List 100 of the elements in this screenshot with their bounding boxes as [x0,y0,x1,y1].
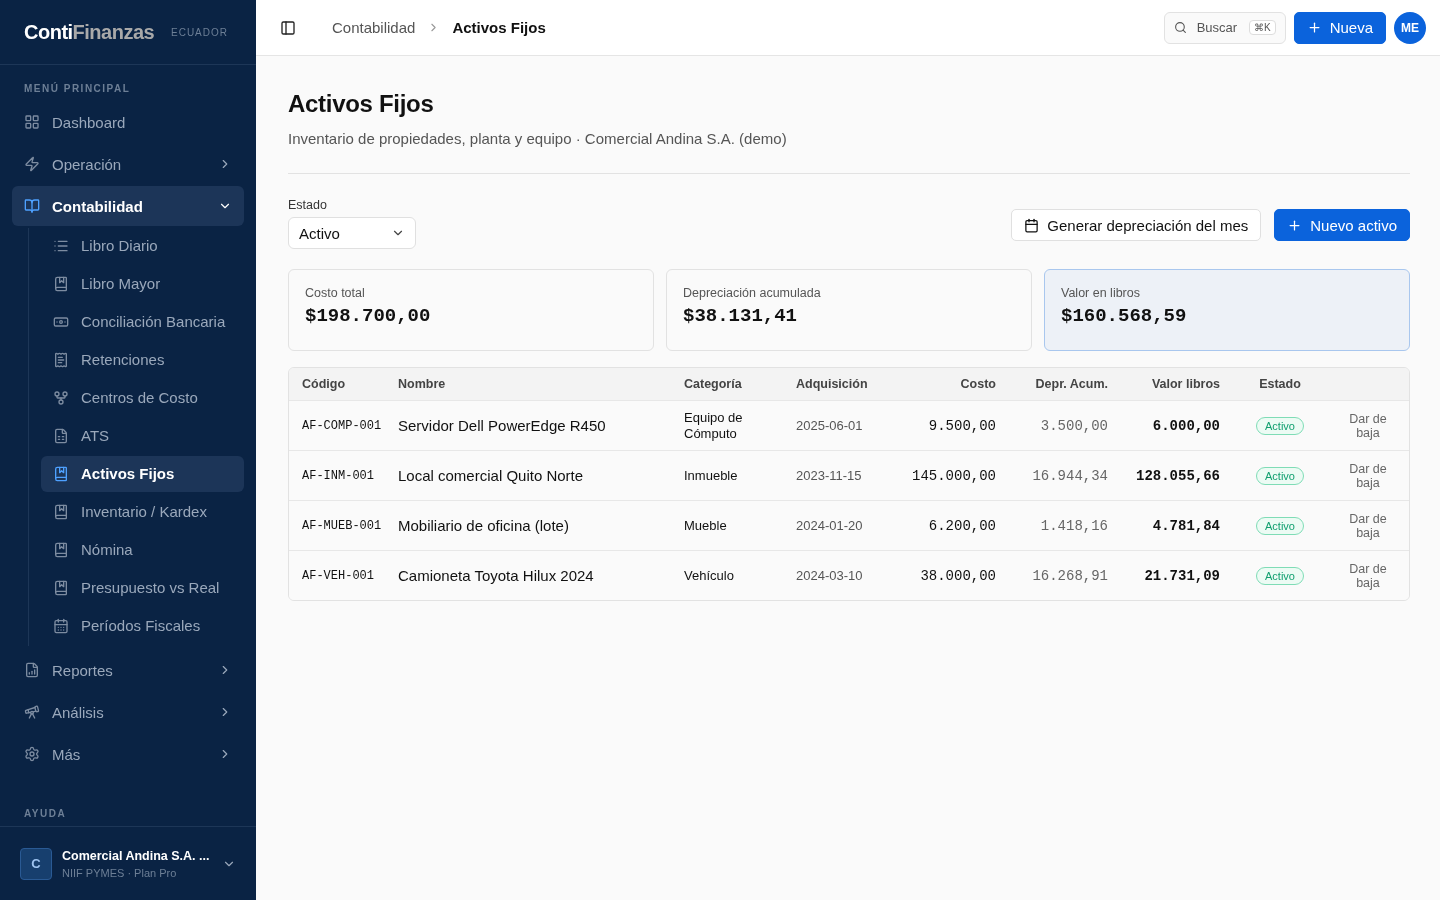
table-cell-text: Mueble [684,517,728,534]
dispose-button[interactable]: Dar de baja [1340,561,1396,590]
dispose-button[interactable]: Dar de baja [1340,511,1396,540]
sidebar-subitem[interactable]: Retenciones [41,342,244,378]
menu-icon [53,466,69,482]
new-button[interactable]: Nueva [1293,11,1386,44]
dispose-button[interactable]: Dar de baja [1340,411,1396,440]
sidebar-subitem[interactable]: Períodos Fiscales [41,608,244,644]
sidebar-subitem[interactable]: Inventario / Kardex [41,494,244,530]
stat-label: Depreciación acumulada [683,286,822,300]
table-cell-text: Servidor Dell PowerEdge R450 [398,417,607,434]
menu-icon [24,662,40,678]
search-icon [1173,20,1187,34]
company-plan: NIIF PYMES · Plan Pro [62,866,178,879]
table-cell-text: Vehículo [684,567,735,584]
user-avatar[interactable]: ME [1394,11,1426,44]
logo: ContiFinanzas [24,20,155,44]
menu-icon [24,198,40,214]
sidebar-item[interactable]: Operación [12,144,244,184]
table-cell-text: AF-MUEB-001 [302,517,383,534]
column-header: Costo [959,377,996,391]
sidebar-item[interactable]: Dashboard [12,102,244,142]
table-cell-text: 21.731,09 [1143,567,1220,584]
menu-icon [24,156,40,172]
sidebar-subitem[interactable]: Libro Diario [41,228,244,264]
section-label: MENÚ PRINCIPAL [23,83,132,94]
column-header: Categoría [684,377,743,391]
plus-icon [1306,20,1322,35]
table-cell-text: 9.500,00 [927,417,996,434]
stat-label: Valor en libros [1061,286,1141,300]
menu-icon [24,746,40,762]
breadcrumb-item: Activos Fijos [452,19,546,36]
menu-icon [53,390,69,406]
status-badge: Activo [1256,516,1304,535]
menu-icon [24,114,40,130]
page-title: Activos Fijos [288,90,435,118]
generate-depreciation-button[interactable]: Generar depreciación del mes [1011,209,1262,241]
table-cell-text: 4.781,84 [1151,517,1220,534]
sidebar-toggle-icon[interactable] [280,19,296,36]
table-cell-text: 3.500,00 [1039,417,1108,434]
table-cell-text: 1.418,16 [1039,517,1108,534]
column-header: Nombre [398,377,447,391]
stat-value: $160.568,59 [1061,305,1188,327]
column-header: Adquisición [796,377,869,391]
table-cell-text: 6.200,00 [927,517,996,534]
table-cell-text: AF-INM-001 [302,467,375,484]
sidebar-subitem[interactable]: Centros de Costo [41,380,244,416]
menu-icon [53,238,69,254]
table-cell-text: 128.055,66 [1135,467,1220,484]
column-header: Código [302,377,347,391]
company-avatar: C [20,847,52,880]
breadcrumb-item[interactable]: Contabilidad [332,19,416,36]
page-subtitle: Inventario de propiedades, planta y equipo · Comercial Andina S.A. (demo) [288,130,1410,174]
table-cell-text: 2025-06-01 [796,417,864,434]
stat-value: $38.131,41 [683,305,799,327]
sidebar-item[interactable]: Reportes [12,650,244,690]
calendar-icon [1024,217,1040,233]
table-cell-text: 2024-03-10 [796,567,864,584]
dispose-button[interactable]: Dar de baja [1340,461,1396,490]
status-badge: Activo [1256,466,1304,485]
stat-label: Costo total [305,286,366,300]
table-cell-text: 2024-01-20 [796,517,864,534]
table-cell-text: AF-VEH-001 [302,567,375,584]
table-cell-text: Camioneta Toyota Hilux 2024 [398,567,595,584]
status-badge: Activo [1256,566,1304,585]
column-header: Estado [1258,377,1302,391]
plus-icon [1287,217,1303,233]
stat-value: $198.700,00 [305,305,432,327]
sidebar-item[interactable]: Más [12,734,244,774]
sidebar-subitem[interactable]: Activos Fijos [41,456,244,492]
sidebar-item[interactable]: Contabilidad [12,186,244,226]
menu-icon [53,618,69,634]
table-cell-text: 6.000,00 [1151,417,1220,434]
company-name: Comercial Andina S.A. ... [62,848,211,863]
menu-icon [53,352,69,368]
table-cell-text: AF-COMP-001 [302,417,383,434]
table-cell-text: 145.000,00 [911,467,996,484]
menu-icon [53,504,69,520]
sidebar-item[interactable]: Análisis [12,692,244,732]
column-header: Valor libros [1150,377,1220,391]
menu-icon [24,704,40,720]
table-cell-text: Local comercial Quito Norte [398,467,585,484]
status-badge: Activo [1256,416,1304,435]
menu-icon [53,276,69,292]
sidebar-subitem[interactable]: Presupuesto vs Real [41,570,244,606]
sidebar-subitem[interactable]: Nómina [41,532,244,568]
sidebar-subitem[interactable]: Libro Mayor [41,266,244,302]
table-cell-text: 16.944,34 [1031,467,1108,484]
table-cell-text: Inmueble [684,467,739,484]
sidebar-subitem[interactable]: Conciliación Bancaria [41,304,244,340]
status-select[interactable]: Activo [288,217,416,249]
table-cell-text: 38.000,00 [919,567,996,584]
sidebar-subitem[interactable]: ATS [41,418,244,454]
menu-icon [53,542,69,558]
table-cell-text: 16.268,91 [1031,567,1108,584]
table-cell-text: 2023-11-15 [796,467,863,484]
menu-icon [53,428,69,444]
new-asset-button[interactable]: Nuevo activo [1274,209,1410,241]
menu-icon [53,580,69,596]
menu-icon [53,314,69,330]
